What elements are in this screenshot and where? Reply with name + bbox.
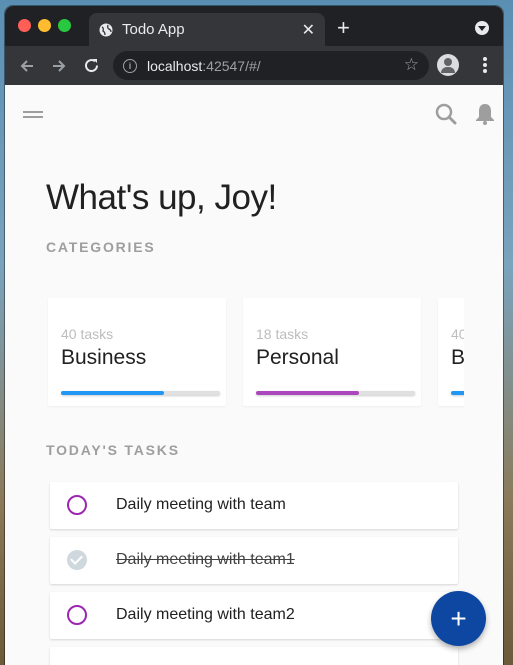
globe-icon <box>99 23 113 36</box>
browser-window: Todo App ✕ + i localhost:42547/#/ ☆ Wha… <box>5 6 503 665</box>
category-name: Personal <box>256 346 339 369</box>
category-task-count: 40 tasks <box>451 326 464 342</box>
task-checkbox[interactable] <box>67 495 87 515</box>
category-progress-bar <box>256 391 415 395</box>
notification-bell-icon[interactable] <box>473 102 497 126</box>
todays-tasks-heading: TODAY'S TASKS <box>46 442 180 458</box>
categories-carousel[interactable]: 40 tasks Business 18 tasks Personal 40 t… <box>44 298 464 408</box>
browser-menu-icon[interactable] <box>483 57 487 73</box>
url-path: :42547/#/ <box>202 57 261 74</box>
maximize-window-button[interactable] <box>58 19 71 32</box>
reload-icon[interactable] <box>83 57 100 74</box>
task-text: Daily meeting with team2 <box>116 606 295 623</box>
task-text: Daily meeting with team <box>116 496 286 513</box>
menu-icon[interactable] <box>23 111 43 121</box>
task-text: Daily meeting with team1 <box>116 551 295 568</box>
category-task-count: 18 tasks <box>256 326 309 342</box>
category-progress-bar <box>451 391 464 395</box>
tab-title: Todo App <box>122 21 185 38</box>
url-host: localhost <box>147 57 203 74</box>
categories-heading: CATEGORIES <box>46 239 156 255</box>
app-content: What's up, Joy! CATEGORIES 40 tasks Busi… <box>5 85 503 665</box>
forward-icon[interactable] <box>51 58 67 74</box>
tab-bar: Todo App ✕ + <box>5 6 503 46</box>
category-task-count: 40 tasks <box>61 326 114 342</box>
browser-tab[interactable]: Todo App ✕ <box>89 13 325 46</box>
task-item[interactable]: Daily meeting with team <box>50 482 458 529</box>
category-card[interactable]: 40 tasks Business <box>438 298 464 406</box>
category-progress-fill <box>451 391 464 395</box>
category-card[interactable]: 40 tasks Business <box>48 298 226 406</box>
back-icon[interactable] <box>19 58 35 74</box>
task-checkbox[interactable] <box>67 605 87 625</box>
profile-avatar-icon[interactable] <box>437 54 459 76</box>
task-item[interactable] <box>50 647 458 665</box>
info-icon[interactable]: i <box>123 58 137 73</box>
new-tab-button[interactable]: + <box>337 15 350 41</box>
task-item[interactable]: Daily meeting with team2 <box>50 592 458 639</box>
browser-toolbar: i localhost:42547/#/ ☆ <box>5 46 503 85</box>
category-progress-fill <box>61 391 165 395</box>
greeting-heading: What's up, Joy! <box>46 178 277 217</box>
category-progress-fill <box>256 391 360 395</box>
task-checkbox[interactable] <box>67 550 87 570</box>
task-item[interactable]: Daily meeting with team1 <box>50 537 458 584</box>
address-bar[interactable]: i localhost:42547/#/ ☆ <box>113 51 429 80</box>
bookmark-star-icon[interactable]: ☆ <box>404 55 419 75</box>
category-name: Business <box>61 346 147 369</box>
category-card[interactable]: 18 tasks Personal <box>243 298 421 406</box>
category-name: Business <box>451 346 464 369</box>
close-window-button[interactable] <box>18 19 31 32</box>
tab-search-icon[interactable] <box>475 21 489 35</box>
add-task-button[interactable]: + <box>431 591 486 646</box>
minimize-window-button[interactable] <box>38 19 51 32</box>
tab-close-icon[interactable]: ✕ <box>302 20 315 40</box>
category-progress-bar <box>61 391 220 395</box>
search-icon[interactable] <box>435 103 457 125</box>
